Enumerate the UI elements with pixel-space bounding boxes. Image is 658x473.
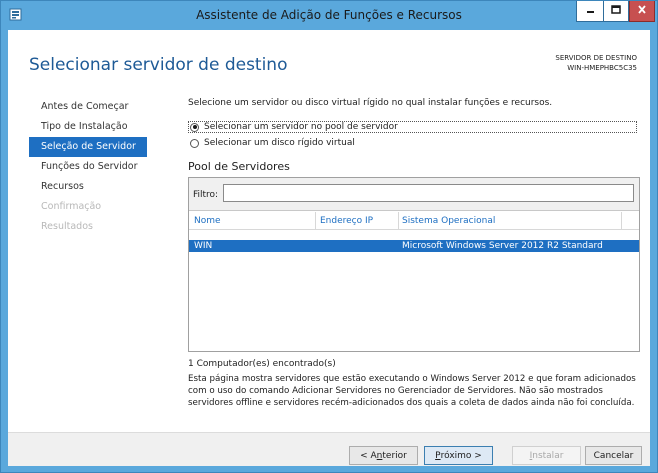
destination-server-caption: SERVIDOR DE DESTINO bbox=[555, 54, 637, 62]
minimize-button[interactable] bbox=[576, 1, 603, 22]
option-virtual-disk-label: Selecionar um disco rígido virtual bbox=[204, 138, 355, 148]
column-divider[interactable] bbox=[315, 212, 316, 230]
back-button[interactable]: < An terior bbox=[349, 446, 418, 465]
table-header: Nome Endereço IP Sistema Operacional bbox=[189, 212, 639, 230]
back-label-a: < A bbox=[360, 450, 377, 461]
nav-item-tipo-de-instalacao[interactable]: Tipo de Instalação bbox=[29, 117, 147, 137]
pool-title: Pool de Servidores bbox=[188, 160, 290, 173]
destination-server-label: SERVIDOR DE DESTINO WIN-HMEPHBC5C35 bbox=[555, 53, 637, 73]
pool-description: Esta página mostra servidores que estão … bbox=[188, 374, 636, 408]
server-pool-table: Filtro: Nome Endereço IP Sistema Operaci… bbox=[188, 177, 640, 352]
destination-server-name: WIN-HMEPHBC5C35 bbox=[567, 64, 637, 72]
wizard-nav: Antes de Começar Tipo de Instalação Sele… bbox=[29, 97, 147, 237]
nav-item-recursos[interactable]: Recursos bbox=[29, 177, 147, 197]
cell-os: Microsoft Windows Server 2012 R2 Standar… bbox=[402, 241, 603, 251]
nav-item-selecao-de-servidor[interactable]: Seleção de Servidor bbox=[29, 137, 147, 157]
next-button[interactable]: Próximo > bbox=[424, 446, 493, 465]
filter-input[interactable] bbox=[223, 184, 634, 202]
close-button[interactable] bbox=[629, 1, 655, 22]
cell-name: WIN bbox=[194, 241, 213, 251]
maximize-icon bbox=[611, 5, 621, 17]
option-virtual-disk[interactable]: Selecionar um disco rígido virtual bbox=[188, 137, 355, 149]
window-title: Assistente de Adição de Funções e Recurs… bbox=[196, 8, 462, 22]
filter-label: Filtro: bbox=[193, 190, 219, 200]
cancel-button[interactable]: Cancelar bbox=[585, 446, 642, 465]
option-server-pool[interactable]: Selecionar um servidor no pool de servid… bbox=[188, 121, 637, 133]
nav-item-resultados: Resultados bbox=[41, 221, 93, 232]
minimize-icon bbox=[586, 5, 595, 17]
filter-bar: Filtro: bbox=[189, 178, 639, 211]
wizard-window: Assistente de Adição de Funções e Recurs… bbox=[0, 0, 658, 473]
title-bar[interactable]: Assistente de Adição de Funções e Recurs… bbox=[1, 1, 657, 30]
table-row[interactable]: WIN Microsoft Windows Server 2012 R2 Sta… bbox=[189, 240, 639, 252]
servers-found-count: 1 Computador(es) encontrado(s) bbox=[188, 359, 336, 369]
install-label-b: nstalar bbox=[532, 450, 564, 461]
column-header-nome[interactable]: Nome bbox=[194, 216, 221, 226]
maximize-button[interactable] bbox=[603, 1, 629, 22]
radio-unchecked-icon[interactable] bbox=[190, 138, 199, 148]
next-label-b: róximo > bbox=[440, 450, 482, 461]
back-label-c: terior bbox=[382, 450, 407, 461]
option-server-pool-label: Selecionar um servidor no pool de servid… bbox=[204, 122, 398, 132]
page-title: Selecionar servidor de destino bbox=[29, 55, 288, 75]
column-divider[interactable] bbox=[621, 212, 622, 230]
column-divider[interactable] bbox=[398, 212, 399, 230]
column-header-sistema-operacional[interactable]: Sistema Operacional bbox=[402, 216, 495, 226]
nav-item-confirmacao: Confirmação bbox=[41, 201, 102, 212]
nav-item-funcoes-do-servidor[interactable]: Funções do Servidor bbox=[29, 157, 147, 177]
nav-item-antes-de-comecar[interactable]: Antes de Começar bbox=[29, 97, 147, 117]
wizard-footer: < An terior Próximo > Instalar Cancelar bbox=[8, 432, 650, 466]
column-header-endereco-ip[interactable]: Endereço IP bbox=[320, 216, 373, 226]
radio-checked-icon[interactable] bbox=[190, 122, 199, 132]
instruction-text: Selecione um servidor ou disco virtual r… bbox=[188, 98, 553, 108]
wizard-content: Selecionar servidor de destino SERVIDOR … bbox=[8, 30, 650, 466]
install-button: Instalar bbox=[512, 446, 581, 465]
close-icon bbox=[637, 5, 647, 17]
